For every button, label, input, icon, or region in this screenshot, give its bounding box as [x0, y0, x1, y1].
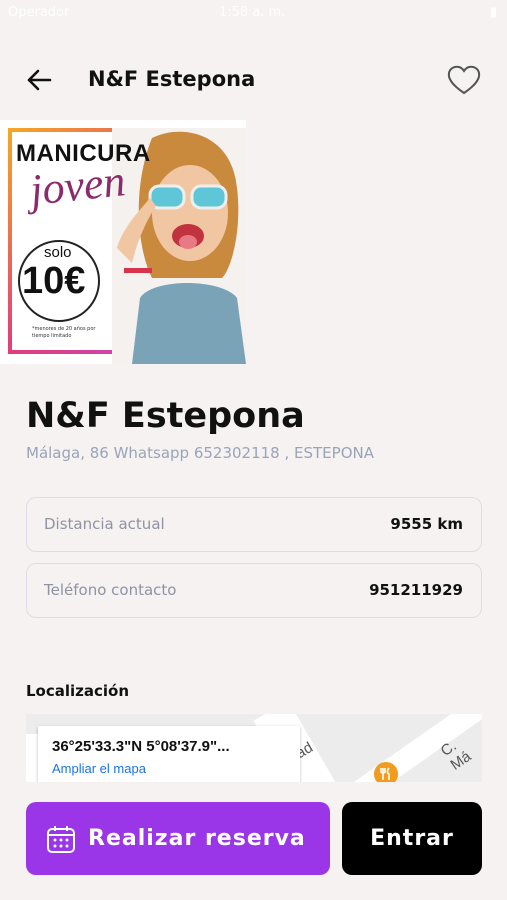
- promo-script-text: joven: [27, 156, 128, 215]
- distance-card: Distancia actual 9555 km: [26, 497, 482, 552]
- battery-icon: ▮: [489, 5, 497, 20]
- map-road: [26, 734, 38, 782]
- calendar-icon: [47, 825, 75, 853]
- open-map-link[interactable]: Ampliar el mapa: [52, 761, 146, 776]
- favorite-button[interactable]: [444, 61, 484, 99]
- distance-label: Distancia actual: [44, 515, 165, 533]
- promo-price: 10€: [22, 260, 86, 302]
- promo-image: MANICURA joven solo 10€ *menores de 20 a…: [0, 120, 246, 364]
- reserve-button[interactable]: Realizar reserva: [26, 802, 330, 875]
- reserve-button-label: Realizar reserva: [88, 826, 306, 851]
- business-name: N&F Estepona: [26, 396, 305, 436]
- enter-button-label: Entrar: [370, 826, 454, 851]
- arrow-left-icon: [27, 69, 52, 91]
- status-time: 1:58 a. m.: [219, 5, 286, 20]
- enter-button[interactable]: Entrar: [342, 802, 482, 875]
- phone-card[interactable]: Teléfono contacto 951211929: [26, 563, 482, 618]
- location-title: Localización: [26, 682, 130, 700]
- phone-value[interactable]: 951211929: [369, 581, 463, 599]
- status-bar: Operador 1:58 a. m. ▮: [0, 0, 507, 26]
- fork-knife-icon: [380, 767, 390, 780]
- heart-outline-icon: [447, 65, 481, 95]
- distance-value: 9555 km: [390, 515, 463, 533]
- promo-solo-text: solo: [44, 244, 72, 261]
- status-carrier: Operador: [8, 5, 70, 20]
- page-title: N&F Estepona: [88, 67, 256, 91]
- map-coordinates: 36°25'33.3"N 5°08'37.9"...: [52, 738, 230, 755]
- map-info-card: 36°25'33.3"N 5°08'37.9"... Ampliar el ma…: [38, 726, 300, 782]
- business-address: Málaga, 86 Whatsapp 652302118 , ESTEPONA: [26, 444, 374, 462]
- map-view[interactable]: ad C. Má 36°25'33.3"N 5°08'37.9"... Ampl…: [26, 714, 482, 782]
- back-button[interactable]: [24, 65, 54, 95]
- phone-label: Teléfono contacto: [44, 581, 177, 599]
- header: N&F Estepona: [0, 55, 507, 105]
- promo-note: *menores de 20 años por tiempo limitado: [32, 326, 96, 339]
- restaurant-icon[interactable]: [374, 762, 398, 782]
